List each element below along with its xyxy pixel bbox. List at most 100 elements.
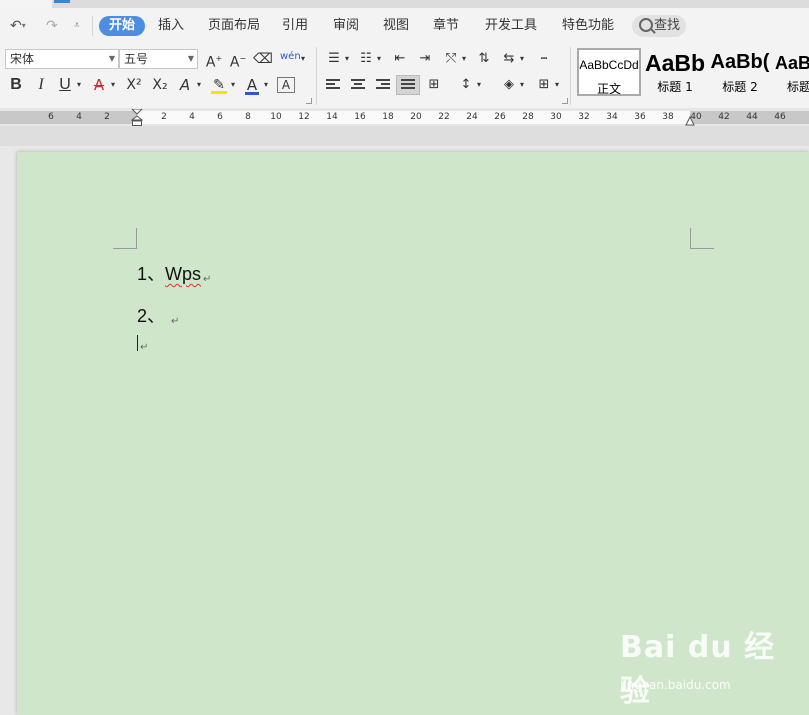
active-tab-indicator <box>54 0 70 3</box>
bullet-list-dropdown-icon[interactable]: ▾ <box>343 49 351 69</box>
horizontal-ruler[interactable]: 6 4 2 2 4 6 8 10 12 14 16 18 20 22 24 26… <box>0 108 809 126</box>
shading-dropdown-icon[interactable]: ▾ <box>518 75 526 95</box>
ruler-number: 18 <box>382 112 394 122</box>
clear-format-icon[interactable]: ⌫ <box>253 49 273 69</box>
menu-page-layout[interactable]: 页面布局 <box>208 16 260 36</box>
menu-bar: ↶▾ ↷ ⩡ 开始 插入 页面布局 引用 审阅 视图 章节 开发工具 特色功能 … <box>0 8 809 44</box>
menu-view[interactable]: 视图 <box>383 16 409 36</box>
right-indent-marker-icon[interactable] <box>685 116 695 126</box>
search-icon <box>639 18 653 32</box>
style-normal[interactable]: AaBbCcDd 正文 <box>577 48 641 96</box>
customize-quick-access-icon[interactable]: ⩡ <box>74 17 80 35</box>
menu-references[interactable]: 引用 <box>282 16 308 36</box>
sort-icon[interactable]: ⇅ <box>475 49 493 69</box>
grow-font-icon[interactable]: A+ <box>205 49 223 71</box>
menu-review[interactable]: 审阅 <box>333 16 359 36</box>
style-name: 标题 1 <box>657 80 693 94</box>
font-color-dropdown-icon[interactable]: ▾ <box>261 75 271 95</box>
show-hide-marks-icon[interactable]: ⇆ <box>500 49 518 69</box>
align-right-icon[interactable] <box>376 79 390 91</box>
style-heading-1[interactable]: AaBb 标题 1 <box>644 48 706 96</box>
phonetic-guide-icon[interactable]: wén <box>280 47 301 67</box>
italic-button[interactable]: I <box>32 75 50 95</box>
ruler-number: 42 <box>718 112 730 122</box>
highlight-icon[interactable]: ✎ <box>210 75 228 95</box>
font-name-select[interactable]: 宋体 ▼ <box>5 49 119 69</box>
redo-icon[interactable]: ↷ <box>46 17 58 35</box>
chinese-layout-dropdown-icon[interactable]: ▾ <box>460 49 468 69</box>
strikethrough-dropdown-icon[interactable]: ▾ <box>108 75 118 95</box>
char-border-icon[interactable]: A <box>277 77 295 93</box>
font-dialog-launcher[interactable] <box>306 98 312 104</box>
list-item[interactable]: 1、Wps ↵ <box>137 260 211 286</box>
undo-icon[interactable]: ↶▾ <box>10 17 26 35</box>
crop-mark-top-left <box>113 228 137 249</box>
text-effect-dropdown-icon[interactable]: ▾ <box>194 75 204 95</box>
paragraph-dialog-launcher[interactable] <box>562 98 568 104</box>
style-heading-2[interactable]: AaBb( 标题 2 <box>708 48 772 96</box>
numbered-list-dropdown-icon[interactable]: ▾ <box>375 49 383 69</box>
empty-line[interactable]: ↵ <box>138 332 148 353</box>
ruler-number: 36 <box>634 112 646 122</box>
shading-icon[interactable]: ◈ <box>500 75 518 95</box>
ruler-number: 4 <box>76 112 82 122</box>
ruler-number: 32 <box>578 112 590 122</box>
menu-developer-tools[interactable]: 开发工具 <box>485 16 537 36</box>
style-preview: AaBbCcDd <box>579 58 639 72</box>
table-lines-icon[interactable]: ┅ <box>535 49 553 69</box>
marks-dropdown-icon[interactable]: ▾ <box>518 49 526 69</box>
line-spacing-dropdown-icon[interactable]: ▾ <box>475 75 483 95</box>
line-spacing-icon[interactable]: ↕ <box>457 75 475 95</box>
menu-insert[interactable]: 插入 <box>158 16 184 36</box>
ruler-number: 38 <box>662 112 674 122</box>
text-effect-icon[interactable]: A <box>176 75 194 95</box>
highlight-dropdown-icon[interactable]: ▾ <box>228 75 238 95</box>
justify-icon <box>401 79 415 91</box>
align-left-icon[interactable] <box>326 79 340 91</box>
menu-special-features[interactable]: 特色功能 <box>562 16 614 36</box>
indent-marker-icon[interactable] <box>131 109 143 126</box>
strikethrough-button[interactable]: A <box>90 75 108 95</box>
numbered-list-icon[interactable]: ☷ <box>357 49 375 69</box>
increase-indent-icon[interactable]: ⇥ <box>416 49 434 69</box>
decrease-indent-icon[interactable]: ⇤ <box>391 49 409 69</box>
baidu-watermark: Bai du 经验 jingyan.baidu.com <box>612 622 802 709</box>
subscript-button[interactable]: X₂ <box>149 75 171 95</box>
search-label: 查找 <box>654 18 681 33</box>
document-page[interactable]: 1、Wps ↵ 2、 ↵ ↵ Bai du 经验 jingyan.baidu.com <box>17 152 809 715</box>
ruler-number: 10 <box>270 112 282 122</box>
style-name: 标题 2 <box>722 80 758 94</box>
bullet-list-icon[interactable]: ☰ <box>325 49 343 69</box>
title-strip <box>0 0 809 8</box>
borders-icon[interactable]: ⊞ <box>535 75 553 95</box>
font-size-value: 五号 <box>124 52 149 66</box>
ruler-number: 2 <box>104 112 110 122</box>
watermark-url: jingyan.baidu.com <box>620 678 731 692</box>
document-tab[interactable] <box>0 0 52 8</box>
superscript-button[interactable]: X² <box>123 75 145 95</box>
justify-button[interactable] <box>396 75 420 95</box>
paragraph-mark: ↵ <box>171 316 180 327</box>
chinese-layout-icon[interactable]: ⤲ <box>442 49 460 69</box>
shrink-font-icon[interactable]: A− <box>229 49 247 71</box>
style-heading[interactable]: AaBb 标题 <box>773 48 809 96</box>
ruler-number: 34 <box>606 112 618 122</box>
underline-dropdown-icon[interactable]: ▾ <box>74 75 84 95</box>
menu-home[interactable]: 开始 <box>99 16 146 36</box>
align-center-icon[interactable] <box>351 79 365 91</box>
paragraph-mark: ↵ <box>140 342 149 353</box>
borders-dropdown-icon[interactable]: ▾ <box>553 75 561 95</box>
ruler-number: 12 <box>298 112 310 122</box>
font-size-select[interactable]: 五号 ▼ <box>119 49 198 69</box>
font-color-icon[interactable]: A <box>243 75 261 95</box>
ruler-number: 8 <box>245 112 251 122</box>
bold-button[interactable]: B <box>7 75 25 95</box>
ruler-number: 46 <box>774 112 786 122</box>
search-button[interactable]: 查找 <box>632 15 686 37</box>
list-item[interactable]: 2、 ↵ <box>137 302 179 328</box>
list-number: 2、 <box>137 306 166 326</box>
distributed-align-icon[interactable]: ⊞ <box>425 75 443 95</box>
underline-button[interactable]: U <box>56 75 74 95</box>
phonetic-dropdown-icon[interactable]: ▾ <box>298 49 308 69</box>
menu-chapter[interactable]: 章节 <box>433 16 459 36</box>
